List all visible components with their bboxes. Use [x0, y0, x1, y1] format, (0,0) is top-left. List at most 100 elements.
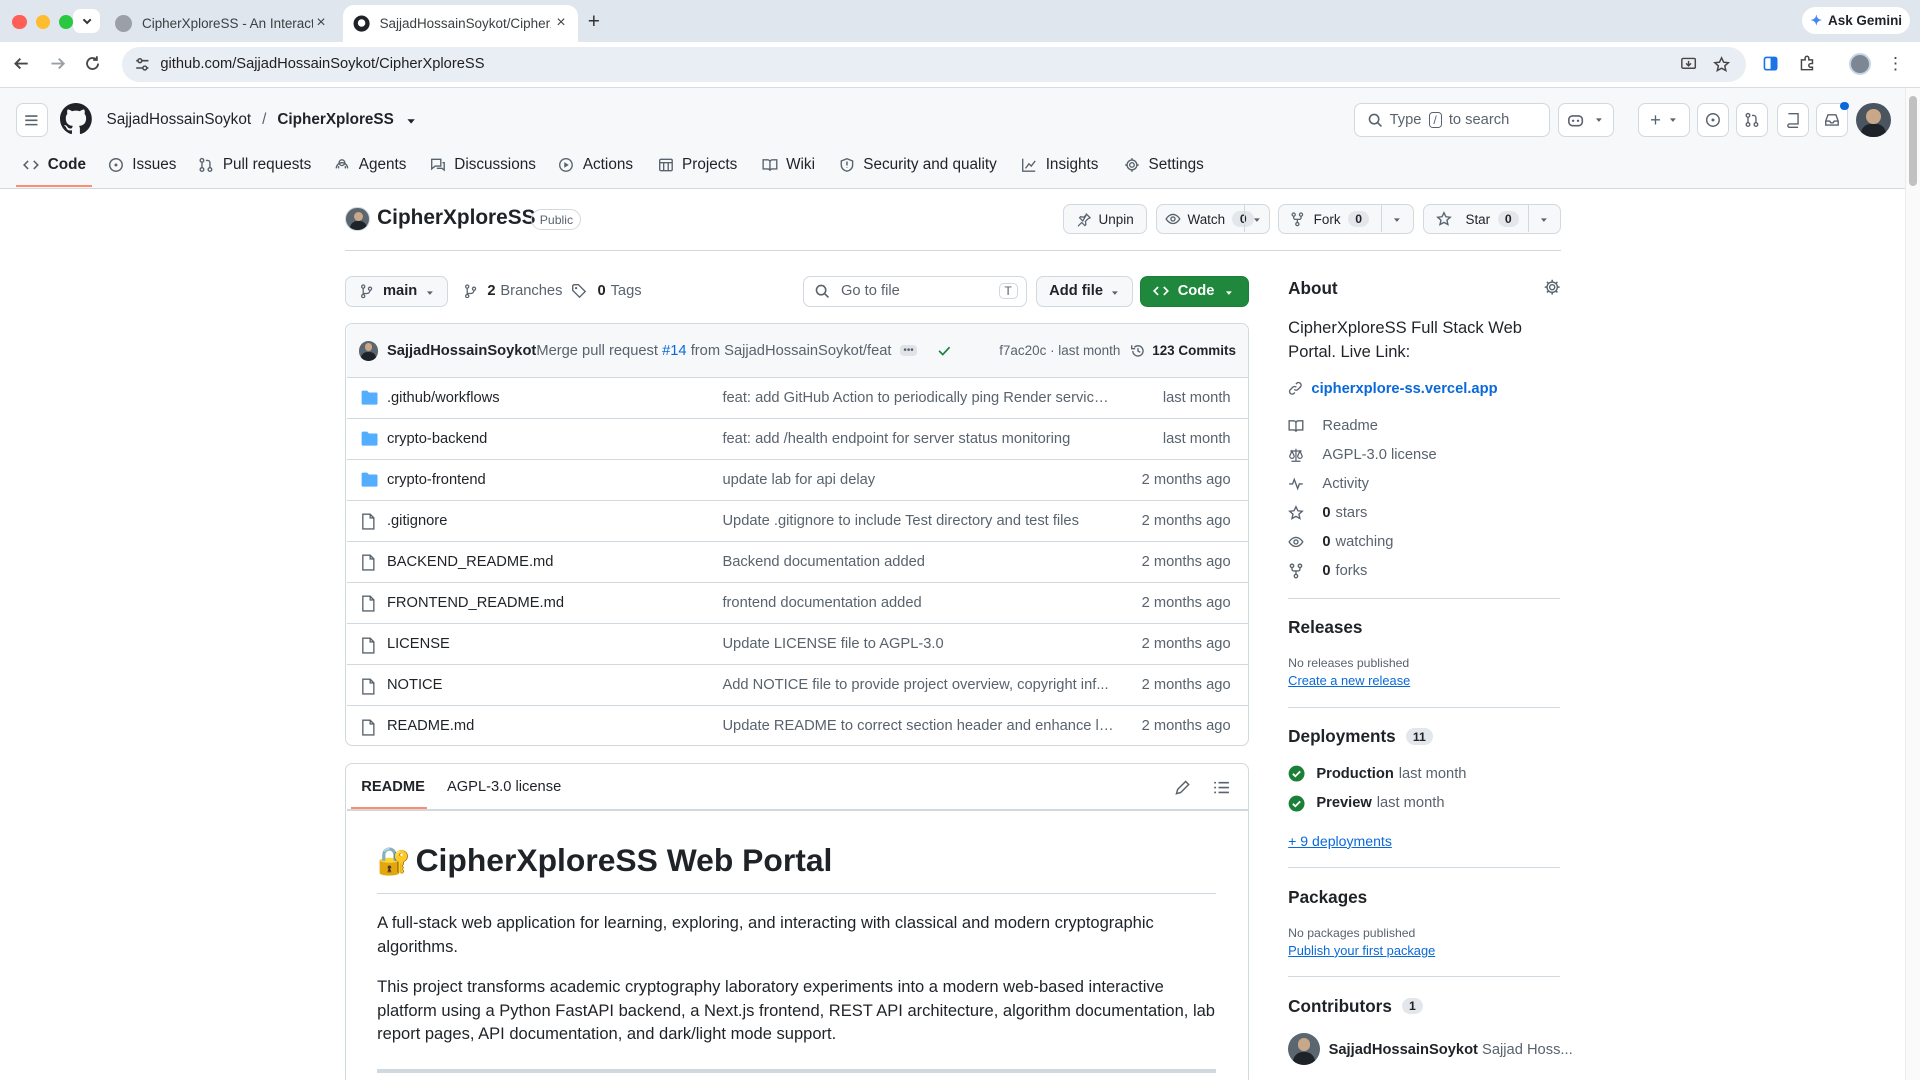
- copilot-button[interactable]: [1557, 102, 1614, 138]
- file-name[interactable]: README.md: [387, 718, 474, 734]
- commit-message-prefix[interactable]: Merge pull request: [536, 343, 658, 359]
- commit-author[interactable]: SajjadHossainSoykot: [387, 343, 536, 359]
- table-row[interactable]: README.md Update README to correct sectio…: [346, 705, 1248, 746]
- about-item-readme[interactable]: Readme: [1288, 418, 1378, 434]
- extensions-button[interactable]: [1795, 51, 1819, 75]
- tab-settings[interactable]: Settings: [1124, 144, 1204, 186]
- create-release-link[interactable]: Create a new release: [1288, 673, 1410, 688]
- scrollbar-thumb[interactable]: [1908, 95, 1918, 187]
- tab-wiki[interactable]: Wiki: [762, 144, 815, 186]
- table-row[interactable]: NOTICE Add NOTICE file to provide project…: [346, 664, 1248, 705]
- commit-message[interactable]: Backend documentation added: [722, 554, 1114, 570]
- about-item-watching[interactable]: 0 watching: [1288, 534, 1393, 550]
- tab-actions[interactable]: Actions: [558, 144, 633, 186]
- commit-message[interactable]: frontend documentation added: [722, 595, 1114, 611]
- file-name[interactable]: NOTICE: [387, 677, 443, 693]
- tab-security-and-quality[interactable]: Security and quality: [839, 144, 997, 186]
- about-item-activity[interactable]: Activity: [1288, 476, 1369, 492]
- list-outline-icon[interactable]: [1213, 779, 1230, 796]
- branches-link[interactable]: 2 Branches: [463, 283, 562, 299]
- browser-tab-2-active[interactable]: SajjadHossainSoykot/CipherX ×: [342, 4, 578, 42]
- contributor-avatar[interactable]: [1288, 1033, 1320, 1066]
- contributors-header[interactable]: Contributors 1: [1288, 996, 1424, 1017]
- ask-gemini-button[interactable]: ✦ Ask Gemini: [1802, 7, 1911, 35]
- more-deployments-link[interactable]: + 9 deployments: [1288, 833, 1392, 849]
- tab-issues[interactable]: Issues: [108, 144, 176, 186]
- table-row[interactable]: .github/workflows feat: add GitHub Action…: [346, 377, 1248, 418]
- file-name[interactable]: LICENSE: [387, 636, 450, 652]
- create-new-button[interactable]: +: [1638, 102, 1690, 138]
- go-to-file-input[interactable]: Go to file T: [803, 275, 1028, 308]
- commit-sha[interactable]: f7ac20c: [999, 343, 1046, 358]
- pencil-icon[interactable]: [1174, 779, 1191, 796]
- file-name[interactable]: crypto-backend: [387, 431, 487, 447]
- unpin-button[interactable]: Unpin: [1062, 204, 1148, 234]
- tab-discussions[interactable]: Discussions: [430, 144, 536, 186]
- menu-button[interactable]: [15, 102, 48, 138]
- file-name[interactable]: FRONTEND_README.md: [387, 595, 564, 611]
- table-row[interactable]: crypto-frontend update lab for api delay 2…: [346, 459, 1248, 500]
- file-name[interactable]: .github/workflows: [387, 390, 500, 406]
- tab-readme[interactable]: README: [361, 779, 425, 795]
- owner-link[interactable]: SajjadHossainSoykot: [107, 111, 252, 129]
- watch-button[interactable]: Watch 0: [1155, 204, 1270, 234]
- pull-request-link[interactable]: #14: [662, 343, 687, 359]
- maximize-window-button[interactable]: [58, 14, 74, 30]
- releases-heading[interactable]: Releases: [1288, 617, 1362, 638]
- browser-tab-1[interactable]: CipherXploreSS - An Interacti ×: [105, 5, 338, 42]
- table-row[interactable]: BACKEND_README.md Backend documentation a…: [346, 541, 1248, 582]
- packages-heading[interactable]: Packages: [1288, 887, 1367, 908]
- repo-link[interactable]: CipherXploreSS: [277, 111, 393, 129]
- expand-commit-ellipsis-icon[interactable]: •••: [900, 345, 918, 357]
- caret-down-icon[interactable]: [1252, 215, 1262, 225]
- table-row[interactable]: crypto-backend feat: add /health endpoint…: [346, 418, 1248, 459]
- caret-down-icon[interactable]: [405, 115, 417, 127]
- search-input[interactable]: Type / to search: [1354, 102, 1551, 138]
- branch-selector[interactable]: main: [345, 275, 449, 308]
- deployments-header[interactable]: Deployments 11: [1288, 726, 1434, 747]
- commit-message[interactable]: Add NOTICE file to provide project overv…: [722, 677, 1114, 693]
- close-tab-icon[interactable]: ×: [316, 14, 325, 32]
- browser-menu-button[interactable]: ⋮: [1883, 51, 1907, 75]
- file-name[interactable]: .gitignore: [387, 513, 447, 529]
- deployment-item[interactable]: Preview last month: [1288, 795, 1445, 812]
- gear-icon[interactable]: [1543, 278, 1561, 296]
- scrollbar-track[interactable]: [1905, 88, 1920, 1080]
- commits-link[interactable]: 123 Commits: [1130, 343, 1236, 359]
- profile-button[interactable]: [1848, 51, 1872, 75]
- about-item-agpl-3-0-license[interactable]: AGPL-3.0 license: [1288, 447, 1437, 463]
- reload-button[interactable]: [81, 51, 105, 75]
- tab-agents[interactable]: Agents: [334, 144, 406, 186]
- check-icon[interactable]: [937, 343, 952, 358]
- user-avatar[interactable]: [1856, 102, 1891, 138]
- table-row[interactable]: LICENSE Update LICENSE file to AGPL-3.0 2 …: [346, 623, 1248, 664]
- bookmark-star-icon[interactable]: [1713, 55, 1731, 73]
- tab-search-button[interactable]: [73, 8, 101, 34]
- code-button[interactable]: Code: [1140, 275, 1249, 308]
- fork-button[interactable]: Fork 0: [1278, 204, 1415, 234]
- close-window-button[interactable]: [12, 14, 27, 30]
- add-file-button[interactable]: Add file: [1035, 275, 1133, 308]
- commit-message[interactable]: feat: add /health endpoint for server st…: [722, 431, 1114, 447]
- commit-message-suffix[interactable]: from SajjadHossainSoykot/feat: [691, 343, 892, 359]
- forward-button[interactable]: [45, 51, 69, 75]
- about-item-stars[interactable]: 0 stars: [1288, 505, 1367, 521]
- website-link[interactable]: cipherxplore-ss.vercel.app: [1288, 381, 1498, 397]
- repo-title[interactable]: CipherXploreSS: [377, 206, 535, 230]
- github-logo[interactable]: [60, 102, 92, 135]
- pull-requests-button[interactable]: [1736, 102, 1769, 138]
- issues-button[interactable]: [1697, 102, 1729, 138]
- close-tab-icon[interactable]: ×: [556, 14, 565, 32]
- repositories-button[interactable]: [1776, 102, 1809, 138]
- caret-down-icon[interactable]: [1539, 215, 1549, 225]
- table-row[interactable]: .gitignore Update .gitignore to include T…: [346, 500, 1248, 541]
- install-app-icon[interactable]: [1680, 56, 1697, 73]
- publish-package-link[interactable]: Publish your first package: [1288, 943, 1435, 958]
- commit-message[interactable]: Update .gitignore to include Test direct…: [722, 513, 1114, 529]
- commit-message[interactable]: Update LICENSE file to AGPL-3.0: [722, 636, 1114, 652]
- tab-pull-requests[interactable]: Pull requests: [198, 144, 311, 186]
- address-bar[interactable]: github.com/SajjadHossainSoykot/CipherXpl…: [122, 46, 1747, 83]
- minimize-window-button[interactable]: [35, 14, 51, 30]
- contributor[interactable]: SajjadHossainSoykot Sajjad Hoss...: [1329, 1042, 1573, 1058]
- tab-license[interactable]: AGPL-3.0 license: [447, 779, 561, 795]
